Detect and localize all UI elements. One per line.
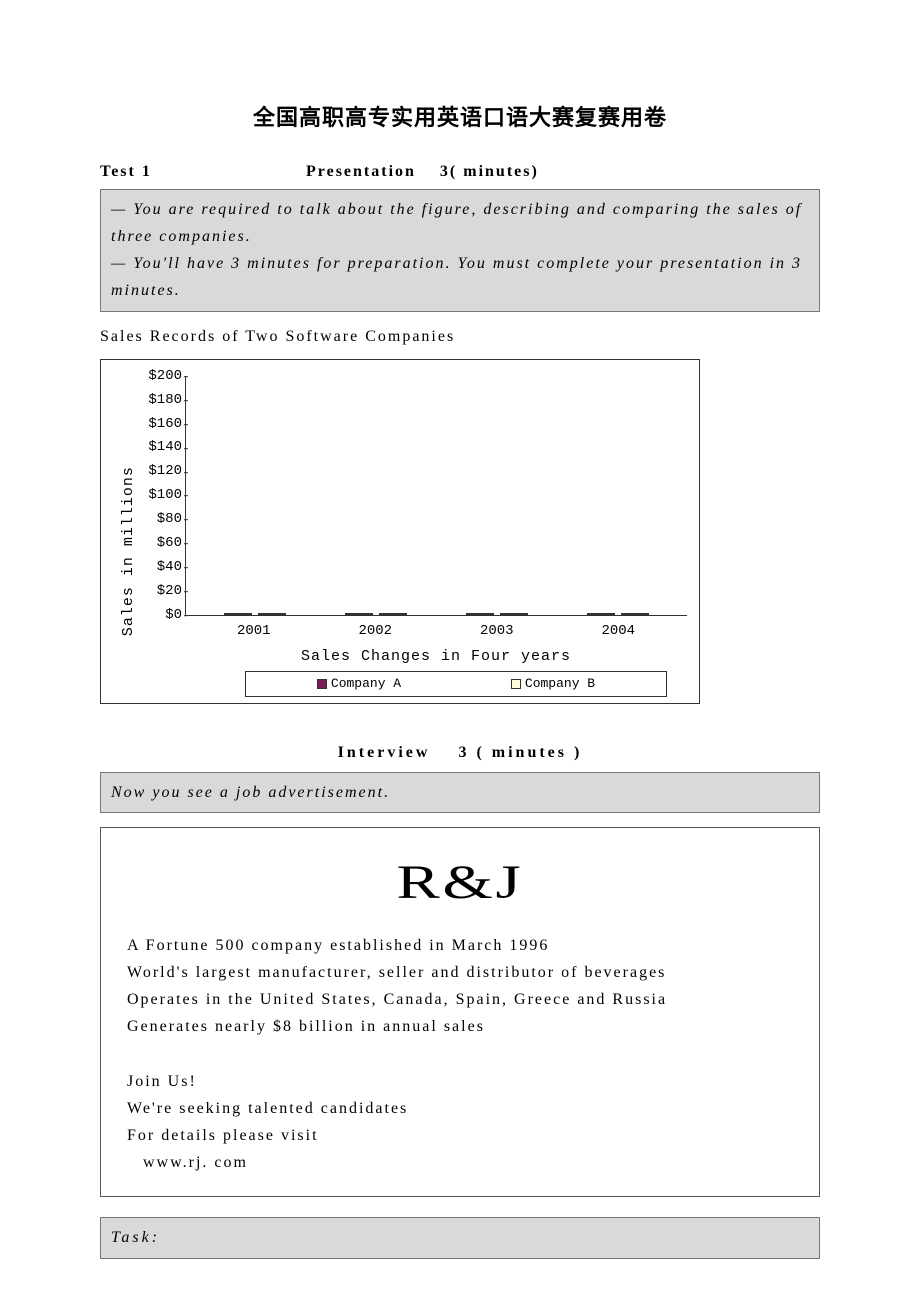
instruction-line: — You are required to talk about the fig… [111,196,809,250]
bars [186,376,687,615]
legend-item: Company B [511,674,595,695]
bar-company-a [466,613,494,615]
section-label: Presentation [306,163,416,180]
bar-group [466,613,528,615]
x-tick: 2002 [358,620,392,642]
interview-header: Interview 3 ( minutes ) [100,740,820,766]
ad-url: www.rj. com [127,1149,793,1176]
y-tick: $100 [138,484,182,506]
interview-intro: Now you see a job advertisement. [100,772,820,813]
ad-seek: We're seeking talented candidates [127,1095,793,1122]
legend-label: Company A [331,674,401,695]
y-axis-label: Sales in millions [113,376,141,697]
section-timing: 3( minutes) [440,163,539,180]
x-tick: 2004 [601,620,635,642]
ad-line: A Fortune 500 company established in Mar… [127,932,793,959]
bar-company-a [587,613,615,615]
legend: Company A Company B [245,671,667,698]
legend-label: Company B [525,674,595,695]
ad-line: World's largest manufacturer, seller and… [127,959,793,986]
y-tick: $40 [138,556,182,578]
ad-line: Operates in the United States, Canada, S… [127,986,793,1013]
interview-timing: 3 ( minutes ) [458,744,582,761]
ad-details: For details please visit [127,1122,793,1149]
y-tick: $60 [138,532,182,554]
x-ticks: 2001 2002 2003 2004 [185,616,687,642]
legend-item: Company A [317,674,401,695]
x-tick: 2003 [480,620,514,642]
bar-group [224,613,286,615]
x-tick: 2001 [237,620,271,642]
y-tick: $80 [138,508,182,530]
bar-company-a [345,613,373,615]
bar-company-b [379,613,407,615]
presentation-instructions: — You are required to talk about the fig… [100,189,820,312]
test-number: Test 1 [100,159,300,185]
y-tick: $180 [138,389,182,411]
y-tick: $120 [138,461,182,483]
chart-caption: Sales Records of Two Software Companies [100,324,820,350]
x-axis-label: Sales Changes in Four years [185,645,687,669]
task-label: Task: [111,1229,160,1246]
y-tick: $0 [138,604,182,626]
presentation-header: Test 1 Presentation 3( minutes) [100,159,820,185]
legend-swatch-icon [511,679,521,689]
ad-line: Generates nearly $8 billion in annual sa… [127,1013,793,1040]
ad-logo: R&J [10,842,909,924]
job-advertisement: R&J A Fortune 500 company established in… [100,827,820,1197]
bar-company-b [500,613,528,615]
legend-swatch-icon [317,679,327,689]
bar-company-b [258,613,286,615]
interview-label: Interview [338,744,431,761]
bar-group [345,613,407,615]
chart: Sales in millions $0 $20 $40 $60 $80 $10… [100,359,700,704]
y-tick: $20 [138,580,182,602]
instruction-line: — You'll have 3 minutes for preparation.… [111,250,809,304]
y-tick: $160 [138,413,182,435]
bar-company-b [621,613,649,615]
ad-join: Join Us! [127,1068,793,1095]
y-tick: $200 [138,365,182,387]
y-tick: $140 [138,437,182,459]
section-name: Presentation 3( minutes) [306,159,539,185]
page-title: 全国高职高专实用英语口语大赛复赛用卷 [100,100,820,135]
bar-group [587,613,649,615]
bar-company-a [224,613,252,615]
task-box: Task: [100,1217,820,1258]
plot-area: $0 $20 $40 $60 $80 $100 $120 $140 $160 $… [185,376,687,616]
